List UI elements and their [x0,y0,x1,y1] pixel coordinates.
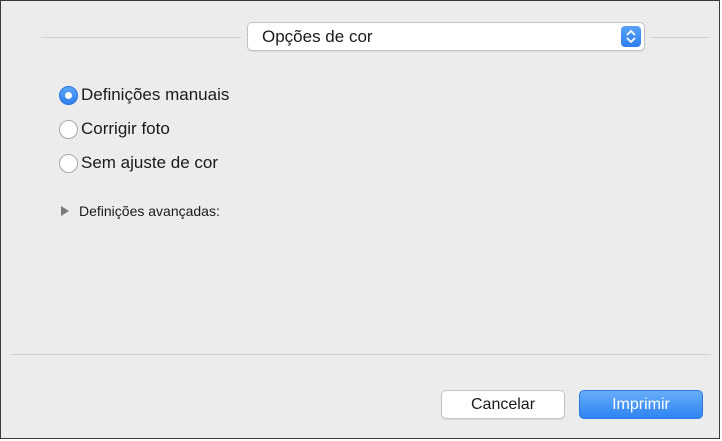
radio-button-checked[interactable] [59,85,78,105]
print-dialog: Opções de cor Definições manuais Corrigi… [0,0,720,439]
print-button[interactable]: Imprimir [579,390,703,419]
radio-button[interactable] [59,153,78,173]
cancel-button[interactable]: Cancelar [441,390,565,419]
radio-option-no-color-adjust[interactable]: Sem ajuste de cor [59,151,218,175]
bottom-separator [11,354,711,355]
radio-label: Corrigir foto [81,119,170,138]
radio-button[interactable] [59,119,78,139]
up-down-chevron-icon [621,26,641,47]
radio-label: Definições manuais [81,85,230,104]
radio-label: Sem ajuste de cor [81,153,219,172]
radio-option-correct-photo[interactable]: Corrigir foto [59,117,170,141]
top-separator-left [41,37,241,38]
advanced-settings-disclosure[interactable]: Definições avançadas: [61,201,220,221]
popup-selected-label: Opções de cor [262,27,373,46]
top-separator-right [651,37,709,38]
radio-option-manual[interactable]: Definições manuais [59,83,229,107]
disclosure-triangle-icon[interactable] [61,206,69,216]
color-options-popup[interactable]: Opções de cor [247,22,645,51]
advanced-settings-label: Definições avançadas: [79,203,220,219]
